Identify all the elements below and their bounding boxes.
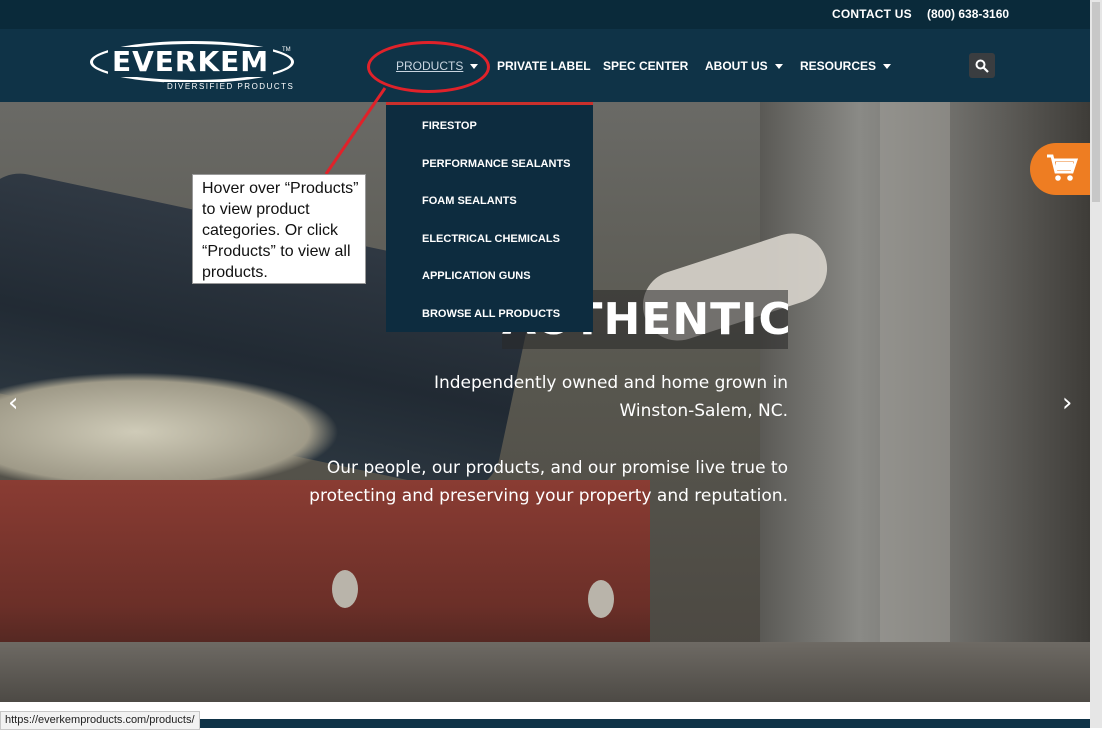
shopping-cart-button[interactable] — [1030, 143, 1092, 195]
bottom-nav-bar — [180, 719, 1090, 728]
browser-status-url: https://everkemproducts.com/products/ — [0, 711, 200, 730]
scrollbar-thumb[interactable] — [1092, 2, 1100, 202]
callout-pointer-line — [324, 87, 387, 175]
cart-icon — [1047, 154, 1078, 181]
callout-instruction-box: Hover over “Products” to view product ca… — [192, 174, 366, 284]
page-scrollbar[interactable] — [1090, 0, 1102, 728]
